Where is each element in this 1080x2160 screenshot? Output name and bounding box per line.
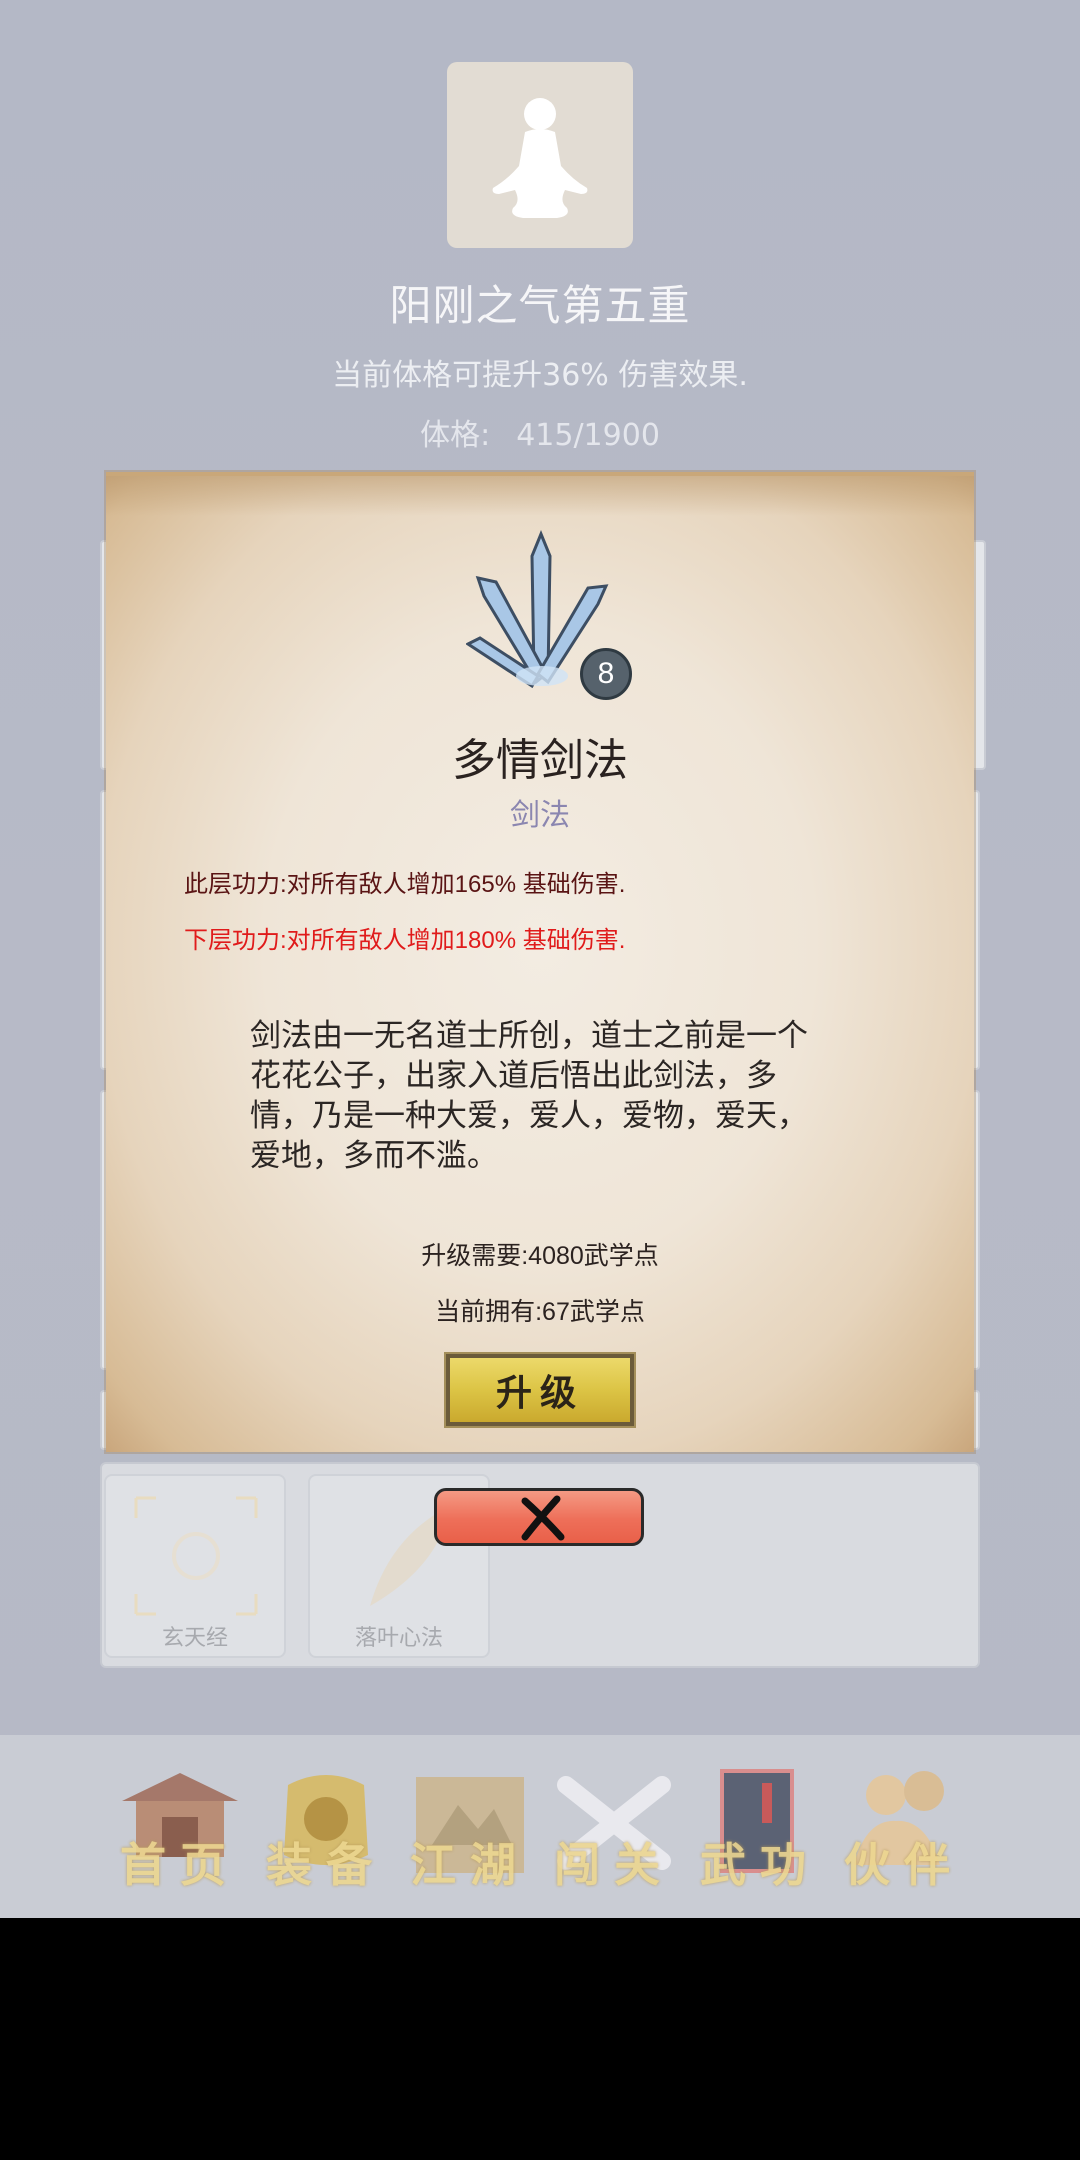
nav-label: 伙伴 bbox=[844, 1838, 964, 1892]
game-screen: 阳刚之气第五重 当前体格可提升36% 伤害效果. 体格: 415/1900 玄天经… bbox=[0, 0, 1080, 1918]
tray-skill-label: 落叶心法 bbox=[354, 1626, 443, 1651]
nav-label: 武功 bbox=[700, 1838, 820, 1892]
stat-value: 415/1900 bbox=[516, 418, 660, 453]
stat-label: 体格: bbox=[420, 418, 491, 453]
tray-skill-label: 玄天经 bbox=[161, 1626, 228, 1651]
nav-label: 首页 bbox=[120, 1838, 240, 1892]
owned-points: 当前拥有:67武学点 bbox=[435, 1298, 645, 1326]
upgrade-button[interactable]: 升级 bbox=[444, 1352, 636, 1428]
skill-type: 剑法 bbox=[510, 798, 570, 833]
upgrade-requirement: 升级需要:4080武学点 bbox=[421, 1242, 659, 1270]
nav-partners[interactable]: 伙伴 bbox=[836, 1765, 972, 1895]
nav-jianghu[interactable]: 江湖 bbox=[402, 1765, 538, 1895]
realm-description: 当前体格可提升36% 伤害效果. bbox=[332, 358, 748, 393]
nav-label: 装备 bbox=[266, 1838, 386, 1892]
current-power-text: 此层功力:对所有敌人增加165% 基础伤害. bbox=[184, 871, 626, 898]
close-button[interactable] bbox=[434, 1488, 644, 1546]
nav-home[interactable]: 首页 bbox=[112, 1765, 248, 1895]
nav-martial-arts[interactable]: 武功 bbox=[692, 1765, 828, 1895]
nav-equipment[interactable]: 装备 bbox=[258, 1765, 394, 1895]
xuantian-icon bbox=[134, 1496, 258, 1616]
realm-title: 阳刚之气第五重 bbox=[389, 281, 691, 330]
stat-line: 体格: 415/1900 bbox=[0, 410, 1080, 454]
skill-lore: 剑法由一无名道士所创，道士之前是一个花花公子，出家入道后悟出此剑法，多情，乃是一… bbox=[250, 1018, 808, 1174]
nav-stage[interactable]: 闯关 bbox=[546, 1765, 682, 1895]
bottom-nav: 首页 装备 江湖 闯关 武功 伙伴 bbox=[0, 1735, 1080, 1918]
next-power-text: 下层功力:对所有敌人增加180% 基础伤害. bbox=[184, 927, 626, 954]
skill-detail-popup: 8 多情剑法 剑法 此层功力:对所有敌人增加165% 基础伤害. 下层功力:对所… bbox=[106, 472, 974, 1452]
tray-skill-card[interactable]: 玄天经 bbox=[104, 1474, 286, 1658]
skill-name: 多情剑法 bbox=[452, 735, 628, 786]
skill-level-badge: 8 bbox=[580, 648, 632, 700]
nav-label: 闯关 bbox=[554, 1838, 674, 1892]
screen-bottom-bar bbox=[0, 1918, 1080, 2160]
close-x-icon bbox=[521, 1495, 565, 1541]
nav-label: 江湖 bbox=[410, 1838, 530, 1892]
meditation-figure-icon bbox=[447, 62, 633, 248]
